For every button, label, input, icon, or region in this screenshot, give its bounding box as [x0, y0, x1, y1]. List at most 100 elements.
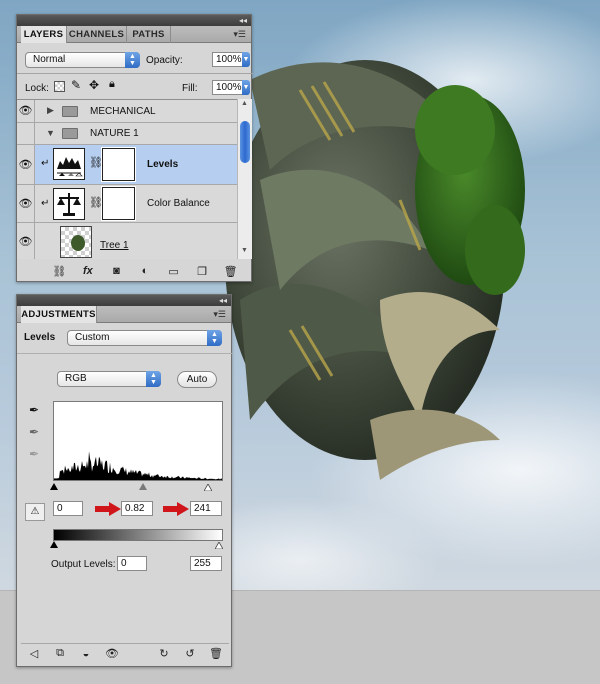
- new-layer-icon[interactable]: ❐: [193, 265, 211, 278]
- reset-icon[interactable]: ↺: [181, 647, 199, 660]
- visibility-icon[interactable]: 👁︎: [103, 647, 121, 660]
- auto-button[interactable]: Auto: [177, 371, 217, 388]
- eye-icon: 👁︎: [18, 159, 33, 171]
- clip-warning-icon[interactable]: ⚠︎: [25, 503, 45, 521]
- output-white-handle[interactable]: [214, 541, 224, 550]
- panel-titlebar[interactable]: ◂◂: [17, 295, 231, 306]
- white-handle-shape: [203, 483, 213, 492]
- white-eyedropper-icon[interactable]: ✒︎: [29, 447, 39, 461]
- tree-layer-thumbnail: [60, 226, 92, 258]
- white-point-handle[interactable]: [203, 483, 213, 492]
- black-eyedropper-icon[interactable]: ✒︎: [29, 403, 39, 417]
- tab-paths[interactable]: PATHS: [127, 26, 171, 43]
- divider: [17, 353, 233, 354]
- divider: [17, 73, 253, 74]
- visibility-toggle[interactable]: 👁︎: [17, 145, 35, 185]
- histogram: [53, 401, 223, 481]
- tab-channels[interactable]: CHANNELS: [67, 26, 127, 43]
- layer-name: Levels: [147, 159, 179, 170]
- layer-name: MECHANICAL: [90, 106, 156, 117]
- scroll-thumb[interactable]: [240, 121, 250, 163]
- input-black-field[interactable]: 0: [53, 501, 83, 516]
- visibility-toggle[interactable]: 👁︎: [17, 100, 35, 123]
- panel-titlebar[interactable]: ◂◂: [17, 15, 251, 26]
- eye-icon: 👁︎: [18, 105, 33, 117]
- fx-icon[interactable]: fx: [79, 265, 97, 277]
- lock-brush-icon[interactable]: ✎: [71, 78, 81, 92]
- input-levels-slider[interactable]: [50, 483, 223, 493]
- lock-move-icon[interactable]: ✥: [89, 78, 99, 92]
- layer-row-color-balance[interactable]: ↵ ⛓︎ Color Balance: [35, 185, 237, 223]
- select-arrows-icon: ▲ ▼: [146, 371, 161, 387]
- output-levels-label: Output Levels:: [51, 559, 116, 570]
- white-handle-shape: [214, 541, 224, 550]
- lock-transparent-icon[interactable]: [54, 81, 65, 92]
- panel-menu-icon[interactable]: ▾☰: [233, 29, 246, 40]
- layer-name: Color Balance: [147, 198, 210, 209]
- previous-state-icon[interactable]: ↻: [155, 647, 173, 660]
- layer-mask-thumbnail[interactable]: [101, 147, 136, 182]
- opacity-field[interactable]: 100%: [212, 52, 243, 67]
- opacity-dropdown-icon[interactable]: ▼: [242, 52, 250, 67]
- adjustments-panel: ◂◂ ADJUSTMENTS ▾☰ Levels Custom ▲ ▼ RGB ▲…: [16, 294, 233, 667]
- input-gamma-field[interactable]: 0.82: [121, 501, 153, 516]
- output-black-handle[interactable]: [50, 541, 58, 548]
- collapse-icon[interactable]: ◂◂: [239, 16, 247, 25]
- layer-mask-thumbnail[interactable]: [101, 186, 136, 221]
- layer-name: NATURE 1: [90, 128, 139, 139]
- back-icon[interactable]: ◁: [25, 647, 43, 660]
- panel-menu-icon[interactable]: ▾☰: [213, 309, 226, 320]
- balance-scale-icon: [57, 193, 81, 216]
- layer-row-levels[interactable]: ↵ ⛓︎ Levels: [35, 145, 237, 185]
- layer-row-mechanical[interactable]: ▶ MECHANICAL: [35, 100, 237, 123]
- layers-tabbar: LAYERS CHANNELS PATHS ▾☰: [17, 26, 251, 43]
- trash-icon[interactable]: 🗑︎: [222, 265, 240, 278]
- layer-row-nature-1[interactable]: ▼ NATURE 1: [35, 123, 237, 145]
- scroll-up-icon[interactable]: ▲: [241, 100, 248, 107]
- fill-field[interactable]: 100%: [212, 80, 243, 95]
- chain-icon[interactable]: ⛓︎: [89, 156, 103, 169]
- folder-icon: [62, 106, 78, 117]
- black-point-handle[interactable]: [50, 483, 58, 490]
- visibility-toggle[interactable]: 👁︎: [17, 223, 35, 259]
- chain-icon[interactable]: ⛓︎: [89, 196, 103, 209]
- visibility-toggle[interactable]: 👁︎: [17, 185, 35, 223]
- adjustment-title: Levels: [24, 332, 56, 343]
- gray-eyedropper-icon[interactable]: ✒︎: [29, 425, 39, 439]
- select-arrows-icon: ▲ ▼: [207, 330, 222, 346]
- layers-bottom-toolbar: ⛓︎ fx ◙ ◐ ▭ ❐ 🗑︎: [45, 261, 245, 281]
- eye-icon: 👁︎: [18, 198, 33, 210]
- adjustments-bottom-toolbar: ◁ ⧉ ◒ 👁︎ ↻ ↺ 🗑︎: [21, 643, 229, 663]
- output-white-field[interactable]: 255: [190, 556, 222, 571]
- red-arrow-icon: [95, 502, 121, 516]
- collapse-icon[interactable]: ◂◂: [219, 296, 227, 305]
- layer-row-tree-1[interactable]: Tree 1: [35, 223, 237, 259]
- lock-all-icon[interactable]: 🔒︎: [109, 78, 115, 91]
- tab-layers[interactable]: LAYERS: [21, 26, 67, 43]
- preset-select[interactable]: Custom ▲ ▼: [67, 330, 222, 346]
- layers-scrollbar[interactable]: ▲ ▼: [237, 99, 252, 259]
- expand-triangle-icon[interactable]: ▶: [47, 105, 54, 116]
- preset-value: Custom: [75, 332, 110, 343]
- input-white-field[interactable]: 241: [190, 501, 222, 516]
- new-group-icon[interactable]: ▭: [165, 265, 183, 278]
- add-mask-icon[interactable]: ◙: [107, 265, 125, 277]
- trash-icon[interactable]: 🗑︎: [207, 647, 225, 660]
- expand-view-icon[interactable]: ⧉: [51, 647, 69, 660]
- output-black-field[interactable]: 0: [117, 556, 147, 571]
- output-levels-slider[interactable]: [50, 541, 224, 550]
- gamma-handle[interactable]: [139, 483, 147, 490]
- visibility-toggle[interactable]: [17, 123, 35, 145]
- tab-adjustments[interactable]: ADJUSTMENTS: [21, 306, 97, 323]
- collapse-triangle-icon[interactable]: ▼: [46, 128, 55, 138]
- channel-select[interactable]: RGB ▲ ▼: [57, 371, 161, 387]
- new-adjustment-icon[interactable]: ◐: [136, 265, 154, 277]
- link-layers-icon[interactable]: ⛓︎: [50, 265, 68, 278]
- fill-label: Fill:: [182, 83, 198, 94]
- clip-to-layer-icon[interactable]: ◒: [77, 648, 95, 660]
- histogram-plot: [54, 451, 222, 480]
- scroll-down-icon[interactable]: ▼: [241, 247, 248, 254]
- blend-mode-select[interactable]: Normal ▲ ▼: [25, 52, 140, 68]
- fill-dropdown-icon[interactable]: ▼: [242, 80, 250, 95]
- color-balance-adjustment-icon: [53, 188, 85, 220]
